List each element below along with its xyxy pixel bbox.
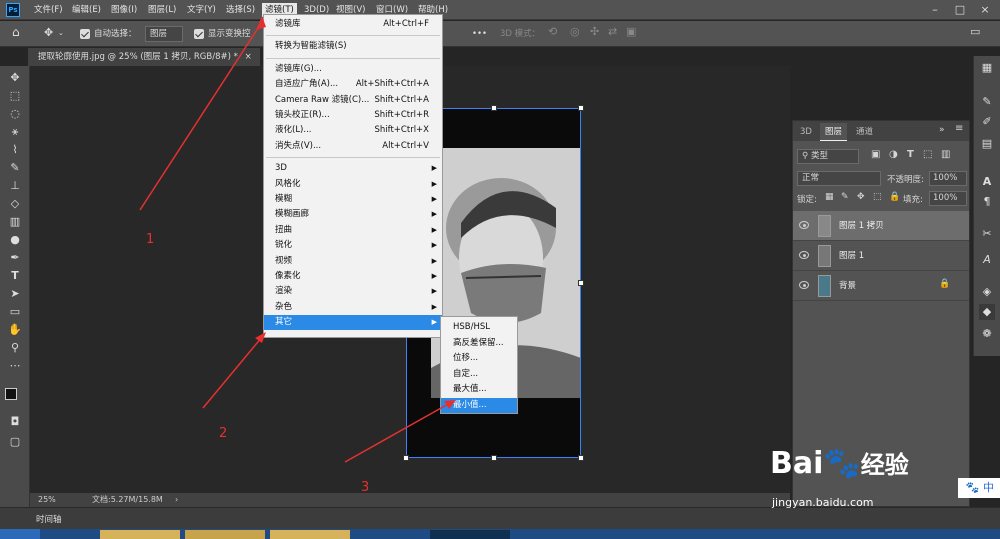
watermark-url: jingyan.baidu.com	[772, 496, 874, 509]
annotation-arrow	[139, 21, 263, 211]
ime-text: 中	[983, 481, 994, 494]
ime-paw-icon: 🐾	[965, 481, 980, 494]
annotation-arrowhead	[255, 332, 266, 343]
annotation-arrow	[344, 402, 451, 463]
baidu-watermark-logo: Bai🐾经验	[770, 445, 909, 481]
annotation-label: 3	[361, 480, 370, 495]
watermark-brand-cn: 经验	[860, 451, 909, 479]
paw-icon: 🐾	[823, 446, 861, 481]
annotation-arrowhead	[256, 16, 266, 30]
annotation-label: 2	[219, 426, 228, 441]
annotation-label: 1	[146, 232, 155, 247]
ime-indicator[interactable]: 🐾 中	[958, 478, 1000, 498]
annotation-arrow	[202, 336, 263, 409]
watermark-brand: Bai	[770, 446, 824, 481]
